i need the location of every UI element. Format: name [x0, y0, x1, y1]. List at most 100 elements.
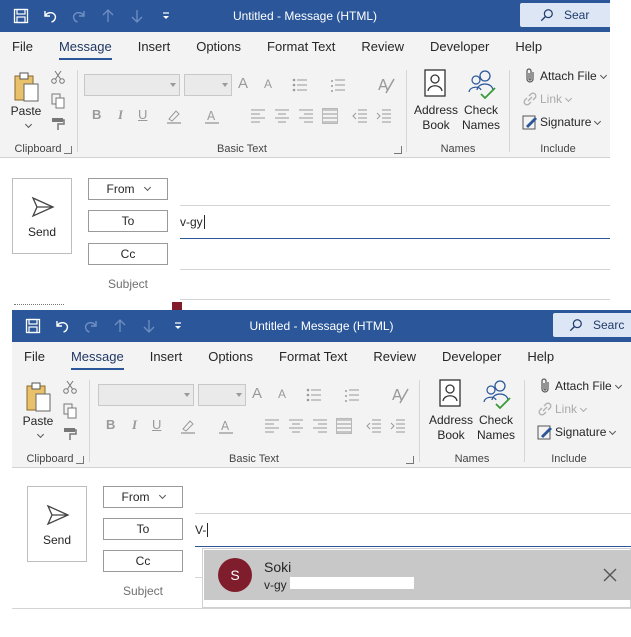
decrease-indent-icon[interactable]	[366, 418, 382, 434]
format-painter-icon[interactable]	[62, 426, 78, 442]
tab-developer[interactable]: Developer	[429, 342, 514, 374]
bold-icon[interactable]: B	[92, 107, 101, 122]
align-left-icon[interactable]	[264, 418, 280, 434]
from-button[interactable]: From	[88, 178, 168, 200]
tab-insert[interactable]: Insert	[125, 32, 184, 64]
increase-indent-icon[interactable]	[390, 418, 406, 434]
clipboard-launcher-icon[interactable]	[76, 456, 84, 464]
down-arrow-icon[interactable]	[122, 0, 151, 32]
save-icon[interactable]	[18, 310, 47, 342]
tab-format-text[interactable]: Format Text	[254, 32, 348, 64]
send-button[interactable]: Send	[27, 486, 87, 562]
check-names-icon[interactable]	[482, 378, 512, 410]
highlight-icon[interactable]	[166, 108, 182, 124]
font-color-icon[interactable]: A	[218, 418, 234, 434]
to-input[interactable]	[195, 520, 435, 540]
font-name-dropdown[interactable]	[98, 384, 194, 406]
shrink-font-icon[interactable]: A	[264, 77, 272, 91]
tab-options[interactable]: Options	[183, 32, 254, 64]
signature-icon[interactable]	[522, 114, 538, 130]
grow-font-icon[interactable]: A	[238, 75, 248, 92]
align-center-icon[interactable]	[274, 108, 290, 124]
styles-icon[interactable]: A	[376, 75, 396, 95]
align-right-icon[interactable]	[312, 418, 328, 434]
check-names-label-2[interactable]: Names	[470, 428, 522, 442]
customize-qat-icon[interactable]	[163, 310, 192, 342]
tab-developer[interactable]: Developer	[417, 32, 502, 64]
link-button[interactable]: Link	[540, 92, 573, 106]
align-left-icon[interactable]	[250, 108, 266, 124]
copy-icon[interactable]	[62, 403, 78, 419]
styles-icon[interactable]: A	[390, 385, 410, 405]
address-book-icon[interactable]	[436, 378, 464, 408]
font-name-dropdown[interactable]	[84, 74, 180, 96]
format-painter-icon[interactable]	[50, 116, 66, 132]
tab-message[interactable]: Message	[46, 32, 125, 64]
highlight-icon[interactable]	[180, 418, 196, 434]
send-button[interactable]: Send	[12, 178, 72, 254]
justify-icon[interactable]	[322, 108, 338, 124]
tab-help[interactable]: Help	[502, 32, 555, 64]
cc-button[interactable]: Cc	[88, 243, 168, 265]
signature-dropdown-icon[interactable]	[594, 117, 602, 126]
search-box[interactable]: Searc	[553, 313, 631, 337]
tab-options[interactable]: Options	[195, 342, 266, 374]
link-icon[interactable]	[537, 401, 553, 417]
cc-button[interactable]: Cc	[103, 550, 183, 572]
basic-text-launcher-icon[interactable]	[394, 146, 402, 154]
clipboard-launcher-icon[interactable]	[64, 146, 72, 154]
paste-dropdown-icon[interactable]	[24, 120, 32, 129]
link-dropdown-icon[interactable]	[564, 94, 573, 103]
redo-icon[interactable]	[64, 0, 93, 32]
from-button[interactable]: From	[103, 486, 183, 508]
grow-font-icon[interactable]: A	[252, 385, 262, 402]
decrease-indent-icon[interactable]	[352, 108, 368, 124]
align-center-icon[interactable]	[288, 418, 304, 434]
font-size-dropdown[interactable]	[184, 74, 232, 96]
font-color-icon[interactable]: A	[204, 108, 220, 124]
undo-icon[interactable]	[35, 0, 64, 32]
bullets-icon[interactable]	[306, 387, 322, 403]
bold-icon[interactable]: B	[106, 417, 115, 432]
attach-file-dropdown-icon[interactable]	[599, 71, 607, 80]
close-icon[interactable]	[603, 568, 617, 582]
to-input[interactable]	[180, 212, 420, 232]
cut-icon[interactable]	[50, 69, 66, 85]
tab-file[interactable]: File	[0, 32, 46, 64]
tab-format-text[interactable]: Format Text	[266, 342, 360, 374]
check-names-label-2[interactable]: Names	[455, 118, 507, 132]
link-dropdown-icon[interactable]	[579, 404, 588, 413]
attach-file-icon[interactable]	[522, 68, 538, 84]
align-right-icon[interactable]	[298, 108, 314, 124]
paste-icon[interactable]	[20, 380, 56, 414]
link-button[interactable]: Link	[555, 402, 588, 416]
down-arrow-icon[interactable]	[134, 310, 163, 342]
signature-dropdown-icon[interactable]	[609, 427, 617, 436]
numbering-icon[interactable]	[330, 77, 346, 93]
tab-review[interactable]: Review	[348, 32, 417, 64]
customize-qat-icon[interactable]	[151, 0, 180, 32]
check-names-label-1[interactable]: Check	[470, 413, 522, 427]
attach-file-button[interactable]: Attach File	[555, 379, 622, 393]
bullets-icon[interactable]	[292, 77, 308, 93]
address-book-icon[interactable]	[421, 68, 449, 98]
font-size-dropdown[interactable]	[198, 384, 246, 406]
up-arrow-icon[interactable]	[105, 310, 134, 342]
cut-icon[interactable]	[62, 379, 78, 395]
undo-icon[interactable]	[47, 310, 76, 342]
numbering-icon[interactable]	[344, 387, 360, 403]
signature-button[interactable]: Signature	[540, 115, 602, 129]
basic-text-launcher-icon[interactable]	[406, 456, 414, 464]
check-names-label-1[interactable]: Check	[455, 103, 507, 117]
tab-help[interactable]: Help	[514, 342, 567, 374]
tab-message[interactable]: Message	[58, 342, 137, 374]
underline-icon[interactable]: U	[152, 417, 161, 432]
tab-review[interactable]: Review	[360, 342, 429, 374]
italic-icon[interactable]: I	[118, 107, 123, 123]
link-icon[interactable]	[522, 91, 538, 107]
redo-icon[interactable]	[76, 310, 105, 342]
suggestion-item[interactable]: S Soki v-gy	[204, 550, 631, 600]
attach-file-icon[interactable]	[537, 378, 553, 394]
underline-icon[interactable]: U	[138, 107, 147, 122]
up-arrow-icon[interactable]	[93, 0, 122, 32]
